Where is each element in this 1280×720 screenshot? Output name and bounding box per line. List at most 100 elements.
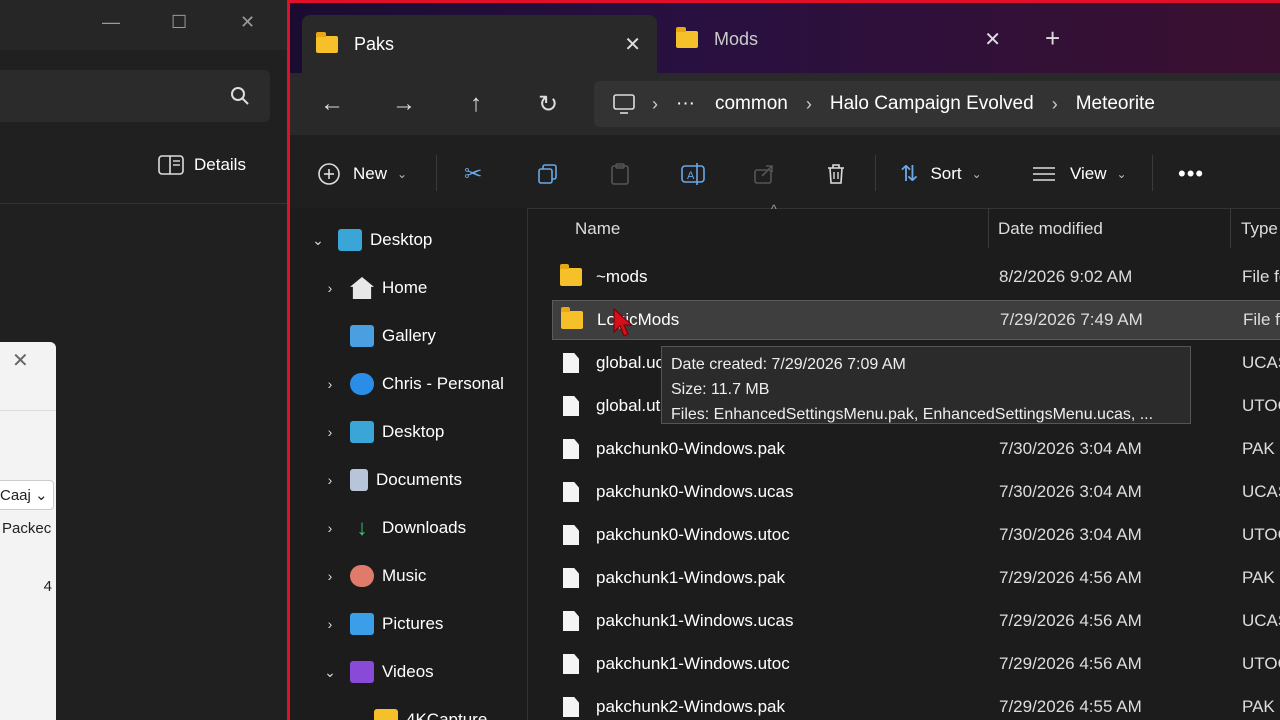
file-row[interactable]: pakchunk0-Windows.pak 7/30/2026 3:04 AM … [552,429,1280,469]
refresh-icon[interactable]: ↻ [533,89,563,119]
file-row[interactable]: pakchunk0-Windows.utoc 7/30/2026 3:04 AM… [552,515,1280,555]
minimize-icon[interactable]: — [102,12,120,33]
close-tab-icon[interactable]: ✕ [624,32,641,57]
nav-label: Documents [376,470,462,489]
file-date: 8/2/2026 9:02 AM [999,267,1133,286]
file-list: ^ Name Date modified Type ~mods 8/2/2026… [528,202,1280,720]
file-row[interactable]: pakchunk1-Windows.utoc 7/29/2026 4:56 AM… [552,644,1280,684]
file-row[interactable]: pakchunk2-Windows.pak 7/29/2026 4:55 AM … [552,687,1280,720]
tab-mods[interactable]: Mods ✕ [662,14,1017,64]
breadcrumb[interactable]: › ··· common › Halo Campaign Evolved › M… [594,81,1280,127]
chevron-right-icon: › [327,568,333,584]
file-icon [563,482,579,502]
folder-icon [676,26,698,48]
tab-paks[interactable]: Paks ✕ [302,15,657,73]
column-divider[interactable] [988,208,989,248]
nav-item-onedrive[interactable]: › Chris - Personal [318,364,504,404]
dialog-close-icon[interactable]: ✕ [12,348,29,373]
up-icon[interactable]: ↑ [461,89,491,119]
file-type: UCAS [1242,611,1280,630]
background-explorer-window: — ☐ ✕ Details ✕ Caaj ⌄ Packec 4 [0,0,287,720]
file-row[interactable]: pakchunk1-Windows.ucas 7/29/2026 4:56 AM… [552,601,1280,641]
close-icon[interactable]: ✕ [240,12,255,33]
file-row[interactable]: pakchunk0-Windows.ucas 7/30/2026 3:04 AM… [552,472,1280,512]
nav-label: Music [382,566,427,585]
file-icon [563,697,579,717]
tooltip-files: Files: EnhancedSettingsMenu.pak, Enhance… [671,406,1154,423]
file-type: PAK F [1242,697,1280,716]
nav-label: Desktop [382,422,445,441]
chevron-right-icon: › [327,424,333,440]
nav-item-gallery[interactable]: Gallery [318,316,436,356]
rename-icon[interactable]: A [680,159,706,189]
file-row-selected[interactable]: LogicMods 7/29/2026 7:49 AM File fo [552,300,1280,340]
file-row[interactable]: ~mods 8/2/2026 9:02 AM File fo [552,257,1280,297]
nav-item-music[interactable]: › Music [318,556,426,596]
more-options-icon[interactable]: ••• [1178,159,1204,189]
file-row[interactable]: pakchunk1-Windows.pak 7/29/2026 4:56 AM … [552,558,1280,598]
folder-icon [561,307,583,329]
nav-label: Home [382,278,428,297]
chevron-down-icon: ⌄ [1116,167,1127,181]
dialog-select[interactable]: Caaj ⌄ [0,480,54,510]
search-input[interactable] [0,70,270,122]
file-date: 7/30/2026 3:04 AM [999,439,1142,458]
cut-icon[interactable]: ✂ [464,159,482,189]
nav-item-videos[interactable]: ⌄ Videos [318,652,434,692]
chevron-right-icon: › [327,520,333,536]
tab-bar: Paks ✕ Mods ✕ + [290,3,1280,73]
chevron-down-icon: ⌄ [324,663,336,680]
close-tab-icon[interactable]: ✕ [984,27,1001,52]
file-name: pakchunk0-Windows.ucas [596,482,794,501]
nav-label: Desktop [370,230,433,249]
chevron-down-icon: ⌄ [312,231,324,248]
file-date: 7/29/2026 4:56 AM [999,568,1142,587]
music-icon [350,565,374,587]
desktop-icon [350,421,374,443]
nav-item-desktop[interactable]: › Desktop [318,412,444,452]
new-button[interactable]: New ⌄ [317,159,407,189]
new-tab-icon[interactable]: + [1045,23,1060,54]
file-date: 7/29/2026 4:56 AM [999,654,1142,673]
chevron-right-icon: › [805,93,812,114]
nav-item-4kcapture[interactable]: 4KCapture [342,700,487,720]
view-label: View [1070,164,1107,183]
file-type: UTOC [1242,654,1280,673]
chevron-right-icon: › [1051,93,1058,114]
breadcrumb-halo[interactable]: Halo Campaign Evolved [830,93,1034,115]
home-icon [350,277,374,299]
breadcrumb-meteorite[interactable]: Meteorite [1076,93,1155,115]
column-header-date[interactable]: Date modified [998,219,1103,239]
sort-label: Sort [930,164,962,183]
nav-item-pictures[interactable]: › Pictures [318,604,443,644]
sort-button[interactable]: ⇅ Sort ⌄ [900,159,982,189]
paste-icon[interactable] [608,159,632,189]
maximize-icon[interactable]: ☐ [171,12,187,33]
nav-item-downloads[interactable]: › ↓ Downloads [318,508,466,548]
tab-label: Mods [714,28,759,49]
file-icon [563,353,579,373]
breadcrumb-common[interactable]: common [715,93,788,115]
divider [1152,155,1153,191]
delete-icon[interactable] [824,159,848,189]
nav-item-desktop-root[interactable]: ⌄ Desktop [306,220,432,260]
details-pane-icon [158,155,184,175]
column-header-type[interactable]: Type [1241,219,1278,239]
file-name: pakchunk0-Windows.utoc [596,525,790,544]
view-button[interactable]: View ⌄ [1032,159,1127,189]
nav-item-home[interactable]: › Home [318,268,427,308]
more-crumbs-icon[interactable]: ··· [676,93,695,115]
details-button[interactable]: Details [158,155,246,175]
file-type: File fo [1243,310,1280,329]
forward-icon[interactable]: → [389,89,419,119]
file-icon [563,396,579,416]
nav-item-documents[interactable]: › Documents [318,460,462,500]
column-header-name[interactable]: Name [575,219,620,239]
copy-icon[interactable] [536,159,560,189]
videos-icon [350,661,374,683]
file-type: PAK F [1242,439,1280,458]
column-divider[interactable] [1230,208,1231,248]
file-name: pakchunk0-Windows.pak [596,439,785,458]
share-icon[interactable] [752,159,776,189]
back-icon[interactable]: ← [317,89,347,119]
